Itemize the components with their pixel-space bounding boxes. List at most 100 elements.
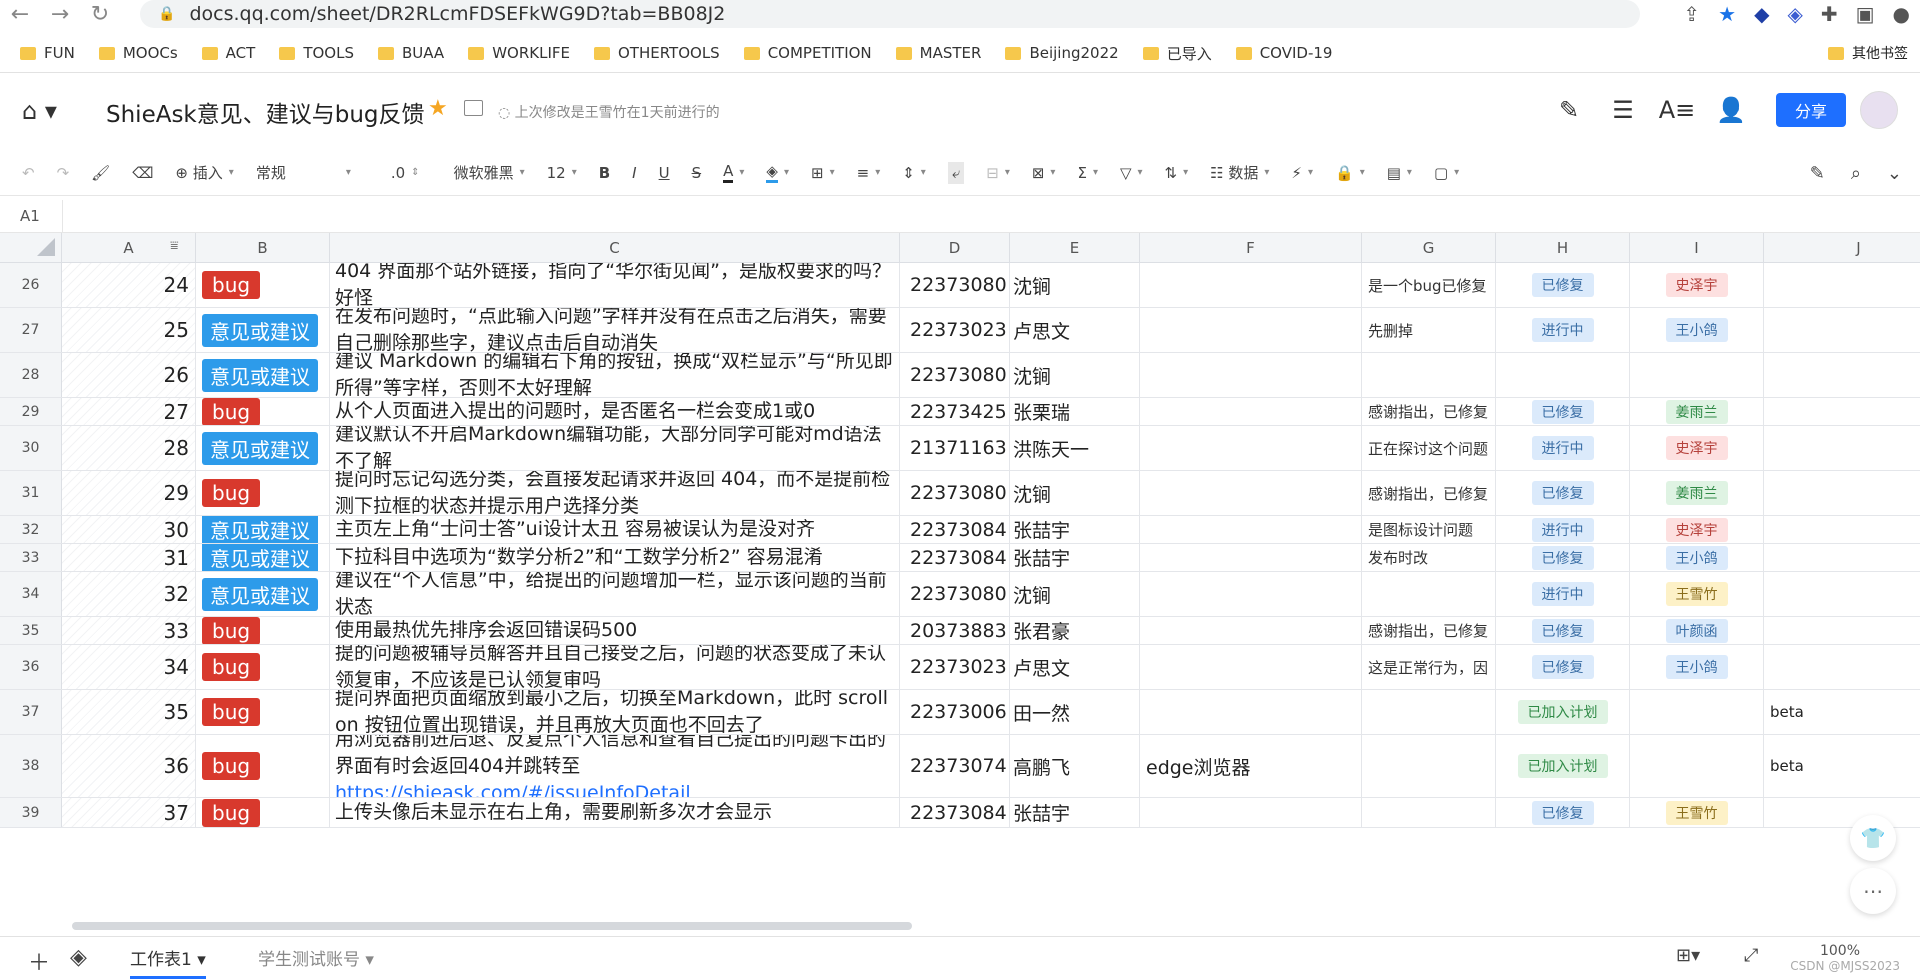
cell-type[interactable]: 意见或建议 [196, 308, 330, 352]
cell-environment[interactable] [1140, 617, 1362, 644]
cell-type[interactable]: bug [196, 617, 330, 644]
cell-description[interactable]: 在发布问题时，“点此输入问题”字样并没有在点击之后消失，需要自己删除那些字，建议… [330, 308, 900, 352]
column-header[interactable]: B [196, 233, 330, 263]
decimal-stepper[interactable]: .0 ⇕ [391, 164, 420, 182]
cell-reference[interactable]: A1 [20, 207, 40, 225]
eraser-icon[interactable]: ⌫ [132, 164, 153, 182]
cell-index[interactable]: 24 [62, 263, 196, 307]
cell-description[interactable]: 404 界面那个站外链接，指向了“华尔街见闻”，是版权要求的吗？好怪 [330, 263, 900, 307]
cell-version[interactable] [1764, 308, 1920, 352]
move-icon[interactable] [464, 100, 483, 116]
cell-description[interactable]: 用浏览器前进后退、反复点个人信息和查看自己提出的问题卡出的界面有时会返回404并… [330, 735, 900, 797]
cell-environment[interactable] [1140, 426, 1362, 470]
cell-reply[interactable] [1362, 798, 1496, 827]
app-icon[interactable]: ▢ ▾ [1434, 164, 1459, 182]
cell-description[interactable]: 上传头像后未显示在右上角，需要刷新多次才会显示 [330, 798, 900, 827]
merge-icon[interactable]: ⊟ ▾ [986, 164, 1010, 182]
row-number[interactable]: 37 [0, 690, 62, 734]
cell-reply[interactable]: 感谢指出，已修复 [1362, 471, 1496, 515]
font-family-select[interactable]: 微软雅黑 ▾ [454, 162, 525, 183]
cell-assignee[interactable]: 王小鸽 [1630, 645, 1764, 689]
cell-description[interactable]: 从个人页面进入提出的问题时，是否匿名一栏会变成1或0 [330, 398, 900, 425]
cell-assignee[interactable]: 王小鸽 [1630, 544, 1764, 571]
cell-description[interactable]: 建议 Markdown 的编辑右下角的按钮，换成“双栏显示”与“所见即所得”等字… [330, 353, 900, 397]
cell-version[interactable]: beta [1764, 735, 1920, 797]
cell-assignee[interactable]: 王小鸽 [1630, 308, 1764, 352]
cell-environment[interactable] [1140, 516, 1362, 543]
tab-sheet1[interactable]: 工作表1 ▾ [130, 945, 206, 979]
underline-icon[interactable]: U [659, 164, 670, 182]
automation-icon[interactable]: ⚡ ▾ [1291, 164, 1313, 182]
zoom-level[interactable]: 100% [1820, 943, 1860, 959]
sidepanel-icon[interactable]: ▣ [1856, 2, 1875, 26]
cell-index[interactable]: 25 [62, 308, 196, 352]
home-icon[interactable]: ⌂ ▾ [22, 97, 57, 125]
description-link[interactable]: https://shieask.com/#/issueInfoDetail [335, 780, 691, 798]
cell-status[interactable]: 进行中 [1496, 516, 1630, 543]
fullscreen-icon[interactable]: ⤢ [1744, 945, 1758, 966]
horizontal-scrollbar[interactable] [72, 922, 912, 930]
cell-name[interactable]: 卢思文 [1010, 308, 1140, 352]
freeze-icon[interactable]: ⊠ ▾ [1032, 164, 1056, 182]
cell-student-id[interactable]: 22373425 [900, 398, 1010, 425]
cell-reply[interactable]: 发布时改 [1362, 544, 1496, 571]
format-painter-icon[interactable]: 🖌 [91, 164, 110, 182]
column-filter-icon[interactable]: ⩸ [170, 238, 179, 254]
cell-status[interactable]: 进行中 [1496, 308, 1630, 352]
column-header[interactable]: I [1630, 233, 1764, 263]
tab-student-accounts[interactable]: 学生测试账号 ▾ [258, 945, 374, 970]
bookmark-item[interactable]: 已导入 [1142, 43, 1212, 64]
doc-title[interactable]: ShieAsk意见、建议与bug反馈 [106, 95, 425, 129]
cell-assignee[interactable]: 王雪竹 [1630, 798, 1764, 827]
wrap-text-icon[interactable]: ⤶ [947, 161, 965, 184]
column-header[interactable]: J [1764, 233, 1920, 263]
bold-icon[interactable]: B [599, 164, 610, 182]
grid-view-icon[interactable]: ⊞▾ [1676, 945, 1700, 966]
bookmark-item[interactable]: OTHERTOOLS [593, 44, 720, 62]
row-number[interactable]: 27 [0, 308, 62, 352]
bookmark-item[interactable]: MOOCs [98, 44, 178, 62]
cell-version[interactable] [1764, 353, 1920, 397]
cell-student-id[interactable]: 22373084 [900, 798, 1010, 827]
cell-version[interactable] [1764, 263, 1920, 307]
favorite-star-icon[interactable]: ★ [428, 96, 448, 121]
cell-description[interactable]: 下拉科目中选项为“数学分析2”和“工数学分析2” 容易混淆 [330, 544, 900, 571]
cell-environment[interactable] [1140, 645, 1362, 689]
cell-reply[interactable] [1362, 735, 1496, 797]
bookmark-item[interactable]: MASTER [895, 44, 981, 62]
cell-student-id[interactable]: 22373084 [900, 516, 1010, 543]
cell-status[interactable]: 已加入计划 [1496, 690, 1630, 734]
cell-description[interactable]: 提的问题被辅导员解答并且自己接受之后，问题的状态变成了未认领复审，不应该是已认领… [330, 645, 900, 689]
cell-index[interactable]: 26 [62, 353, 196, 397]
cell-assignee[interactable]: 姜雨兰 [1630, 471, 1764, 515]
cell-student-id[interactable]: 22373080 [900, 572, 1010, 616]
row-number[interactable]: 26 [0, 263, 62, 307]
cell-version[interactable] [1764, 516, 1920, 543]
cell-name[interactable]: 高鹏飞 [1010, 735, 1140, 797]
row-number[interactable]: 28 [0, 353, 62, 397]
bookmark-item[interactable]: FUN [20, 44, 75, 62]
cell-version[interactable]: beta [1764, 690, 1920, 734]
cell-student-id[interactable]: 22373084 [900, 544, 1010, 571]
valign-icon[interactable]: ⇕ ▾ [902, 164, 926, 182]
extension2-icon[interactable]: ◈ [1787, 2, 1802, 26]
cell-student-id[interactable]: 22373080 [900, 263, 1010, 307]
cell-environment[interactable] [1140, 308, 1362, 352]
row-number[interactable]: 29 [0, 398, 62, 425]
cell-status[interactable]: 已修复 [1496, 263, 1630, 307]
share-button[interactable]: 分享 [1776, 93, 1846, 127]
cell-index[interactable]: 35 [62, 690, 196, 734]
cell-index[interactable]: 33 [62, 617, 196, 644]
cell-status[interactable]: 已修复 [1496, 617, 1630, 644]
cell-status[interactable]: 已修复 [1496, 645, 1630, 689]
cell-index[interactable]: 34 [62, 645, 196, 689]
cell-environment[interactable] [1140, 544, 1362, 571]
cell-student-id[interactable]: 22373080 [900, 353, 1010, 397]
row-number[interactable]: 33 [0, 544, 62, 571]
avatar[interactable] [1860, 91, 1898, 129]
cell-version[interactable] [1764, 426, 1920, 470]
collapse-icon[interactable]: ⌄ [1887, 163, 1902, 184]
bookmark-item[interactable]: ACT [201, 44, 255, 62]
cell-name[interactable]: 卢思文 [1010, 645, 1140, 689]
row-number[interactable]: 39 [0, 798, 62, 827]
